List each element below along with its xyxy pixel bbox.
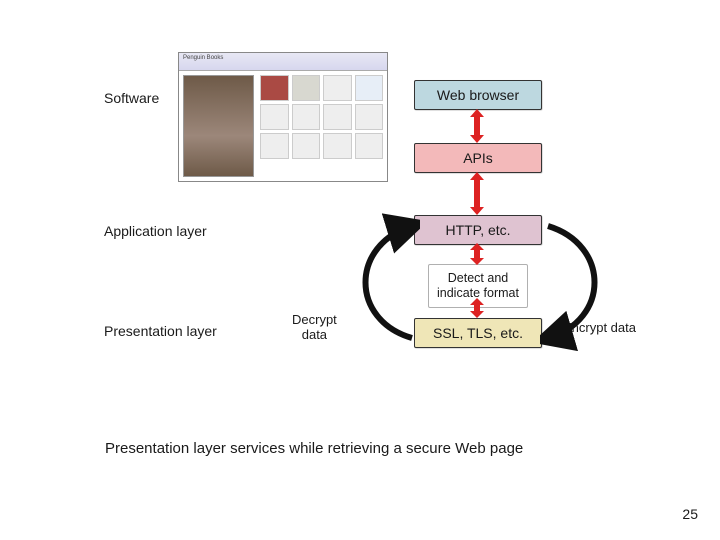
thumb-tile (260, 75, 288, 101)
thumb-tile (323, 104, 351, 130)
thumb-tile (260, 133, 288, 159)
thumb-tile (260, 104, 288, 130)
red-arrow-browser-apis (470, 109, 484, 143)
page-number: 25 (682, 506, 698, 522)
thumb-tile (292, 104, 321, 130)
thumb-tile (292, 133, 321, 159)
thumb-tile (355, 75, 384, 101)
label-decrypt: Decrypt data (292, 312, 337, 342)
red-arrow-detect-ssl (470, 298, 484, 318)
label-encrypt: Encrypt data (563, 320, 636, 335)
thumb-tile (323, 75, 351, 101)
box-http: HTTP, etc. (414, 215, 542, 245)
curve-encrypt (540, 210, 620, 370)
box-apis: APIs (414, 143, 542, 173)
red-arrow-http-detect (470, 243, 484, 265)
red-arrow-apis-http (470, 172, 484, 215)
browser-title-bar: Penguin Books (179, 53, 387, 71)
box-ssl: SSL, TLS, etc. (414, 318, 542, 348)
figure-caption: Presentation layer services while retrie… (105, 440, 523, 457)
thumb-tile (355, 133, 384, 159)
box-web-browser: Web browser (414, 80, 542, 110)
thumb-poster (183, 75, 254, 177)
thumb-tile (355, 104, 384, 130)
thumb-tile (292, 75, 321, 101)
curve-decrypt (340, 210, 420, 370)
layer-label-presentation: Presentation layer (104, 323, 217, 339)
thumb-tile (323, 133, 351, 159)
browser-screenshot: Penguin Books (178, 52, 388, 182)
layer-label-software: Software (104, 90, 159, 106)
layer-label-application: Application layer (104, 223, 207, 239)
